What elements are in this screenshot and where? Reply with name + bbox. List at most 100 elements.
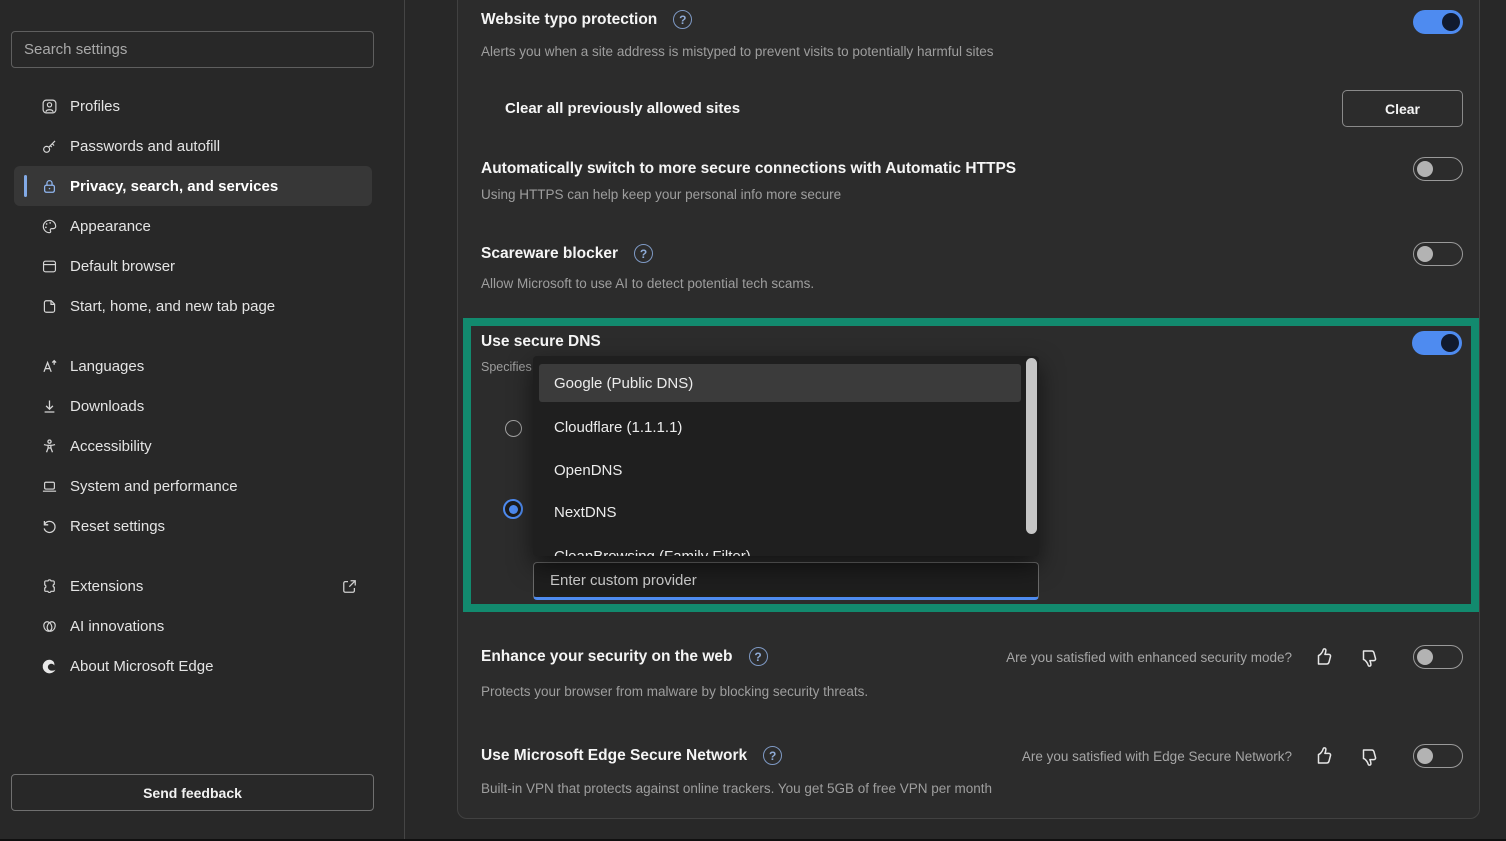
sidebar-item-label: Appearance [70, 218, 151, 235]
toggle-knob [1417, 161, 1433, 177]
dropdown-option-cloudflare[interactable]: Cloudflare (1.1.1.1) [539, 408, 1021, 446]
sidebar-item-label: Start, home, and new tab page [70, 298, 275, 315]
sidebar-item-passwords[interactable]: Passwords and autofill [14, 126, 372, 166]
toggle-knob [1417, 748, 1433, 764]
sidebar-item-label: Reset settings [70, 518, 165, 535]
sidebar-item-label: Privacy, search, and services [70, 178, 278, 195]
sidebar-item-start-home[interactable]: Start, home, and new tab page [14, 286, 372, 326]
toggle-knob [1417, 246, 1433, 262]
clear-sites-label: Clear all previously allowed sites [505, 100, 740, 117]
thumbs-up-icon[interactable] [1312, 744, 1336, 768]
search-input[interactable] [11, 31, 374, 68]
edge-settings-window: Profiles Passwords and autofill Privacy,… [0, 0, 1506, 841]
sidebar-item-label: Extensions [70, 578, 143, 595]
secure-network-question: Are you satisfied with Edge Secure Netwo… [892, 749, 1292, 764]
enhance-security-title: Enhance your security on the web [481, 648, 733, 666]
sidebar-item-downloads[interactable]: Downloads [14, 386, 372, 426]
sidebar-item-label: Languages [70, 358, 144, 375]
help-icon[interactable]: ? [749, 647, 768, 666]
dns-provider-radio-default[interactable] [505, 420, 522, 437]
sidebar-item-accessibility[interactable]: Accessibility [14, 426, 372, 466]
sidebar-item-profiles[interactable]: Profiles [14, 86, 372, 126]
external-link-icon [341, 578, 358, 595]
thumbs-down-icon[interactable] [1357, 745, 1381, 769]
sidebar-item-label: Accessibility [70, 438, 152, 455]
website-typo-title-row: Website typo protection ? [481, 10, 692, 29]
toggle-knob [1417, 649, 1433, 665]
secure-dns-toggle[interactable] [1412, 331, 1462, 355]
sidebar-item-label: AI innovations [70, 618, 164, 635]
help-icon[interactable]: ? [673, 10, 692, 29]
sidebar-item-appearance[interactable]: Appearance [14, 206, 372, 246]
edge-logo-icon [40, 657, 58, 675]
selected-indicator [24, 175, 27, 197]
puzzle-icon [40, 577, 58, 595]
accessibility-icon [40, 437, 58, 455]
sidebar-item-default-browser[interactable]: Default browser [14, 246, 372, 286]
secure-network-title-row: Use Microsoft Edge Secure Network ? [481, 746, 782, 765]
scareware-desc: Allow Microsoft to use AI to detect pote… [481, 276, 814, 291]
help-icon[interactable]: ? [763, 746, 782, 765]
scareware-toggle[interactable] [1413, 242, 1463, 266]
enhance-security-title-row: Enhance your security on the web ? [481, 647, 768, 666]
profiles-icon [40, 97, 58, 115]
browser-icon [40, 257, 58, 275]
secure-network-toggle[interactable] [1413, 744, 1463, 768]
lock-icon [40, 177, 58, 195]
secure-network-desc: Built-in VPN that protects against onlin… [481, 781, 992, 796]
sidebar-divider [404, 0, 405, 841]
sidebar-item-label: Passwords and autofill [70, 138, 220, 155]
secure-dns-desc-partial: Specifies [481, 360, 532, 374]
send-feedback-button[interactable]: Send feedback [11, 774, 374, 811]
dropdown-scrollbar-thumb[interactable] [1026, 358, 1037, 534]
scareware-title: Scareware blocker [481, 245, 618, 263]
sidebar-item-reset-settings[interactable]: Reset settings [14, 506, 372, 546]
enhance-security-toggle[interactable] [1413, 645, 1463, 669]
dropdown-option-opendns[interactable]: OpenDNS [539, 451, 1021, 489]
sidebar-item-label: Downloads [70, 398, 144, 415]
dns-provider-radio-custom[interactable] [503, 499, 523, 519]
dns-provider-dropdown: Google (Public DNS) Cloudflare (1.1.1.1)… [533, 356, 1039, 556]
settings-sidebar: Profiles Passwords and autofill Privacy,… [0, 0, 404, 841]
sidebar-item-languages[interactable]: Languages [14, 346, 372, 386]
sidebar-item-label: System and performance [70, 478, 238, 495]
reset-icon [40, 517, 58, 535]
sidebar-item-privacy[interactable]: Privacy, search, and services [14, 166, 372, 206]
secure-dns-title: Use secure DNS [481, 333, 601, 351]
enhance-security-question: Are you satisfied with enhanced security… [892, 650, 1292, 665]
secure-dns-highlight-box: Use secure DNS Specifies Google (Public … [463, 318, 1479, 612]
auto-https-desc: Using HTTPS can help keep your personal … [481, 187, 841, 202]
custom-provider-input[interactable] [533, 562, 1039, 600]
help-icon[interactable]: ? [634, 244, 653, 263]
key-icon [40, 137, 58, 155]
radio-dot [509, 505, 518, 514]
scareware-title-row: Scareware blocker ? [481, 244, 653, 263]
download-icon [40, 397, 58, 415]
toggle-knob [1442, 13, 1460, 31]
toggle-knob [1441, 334, 1459, 352]
translate-icon [40, 357, 58, 375]
copilot-icon [40, 617, 58, 635]
website-typo-title: Website typo protection [481, 11, 657, 29]
thumbs-up-icon[interactable] [1312, 645, 1336, 669]
laptop-icon [40, 477, 58, 495]
sidebar-item-ai-innovations[interactable]: AI innovations [14, 606, 372, 646]
sidebar-item-extensions[interactable]: Extensions [14, 566, 372, 606]
sidebar-item-label: Default browser [70, 258, 175, 275]
sidebar-item-label: Profiles [70, 98, 120, 115]
palette-icon [40, 217, 58, 235]
clear-button[interactable]: Clear [1342, 90, 1463, 127]
auto-https-title: Automatically switch to more secure conn… [481, 160, 1016, 178]
website-typo-toggle[interactable] [1413, 10, 1463, 34]
sidebar-item-about-edge[interactable]: About Microsoft Edge [14, 646, 372, 686]
enhance-security-desc: Protects your browser from malware by bl… [481, 684, 868, 699]
secure-network-title: Use Microsoft Edge Secure Network [481, 747, 747, 765]
dropdown-option-google[interactable]: Google (Public DNS) [539, 364, 1021, 402]
thumbs-down-icon[interactable] [1357, 646, 1381, 670]
dropdown-option-cleanbrowsing[interactable]: CleanBrowsing (Family Filter) [539, 537, 1021, 556]
page-icon [40, 297, 58, 315]
sidebar-item-system-performance[interactable]: System and performance [14, 466, 372, 506]
auto-https-toggle[interactable] [1413, 157, 1463, 181]
website-typo-desc: Alerts you when a site address is mistyp… [481, 44, 993, 59]
dropdown-option-nextdns[interactable]: NextDNS [539, 493, 1021, 531]
